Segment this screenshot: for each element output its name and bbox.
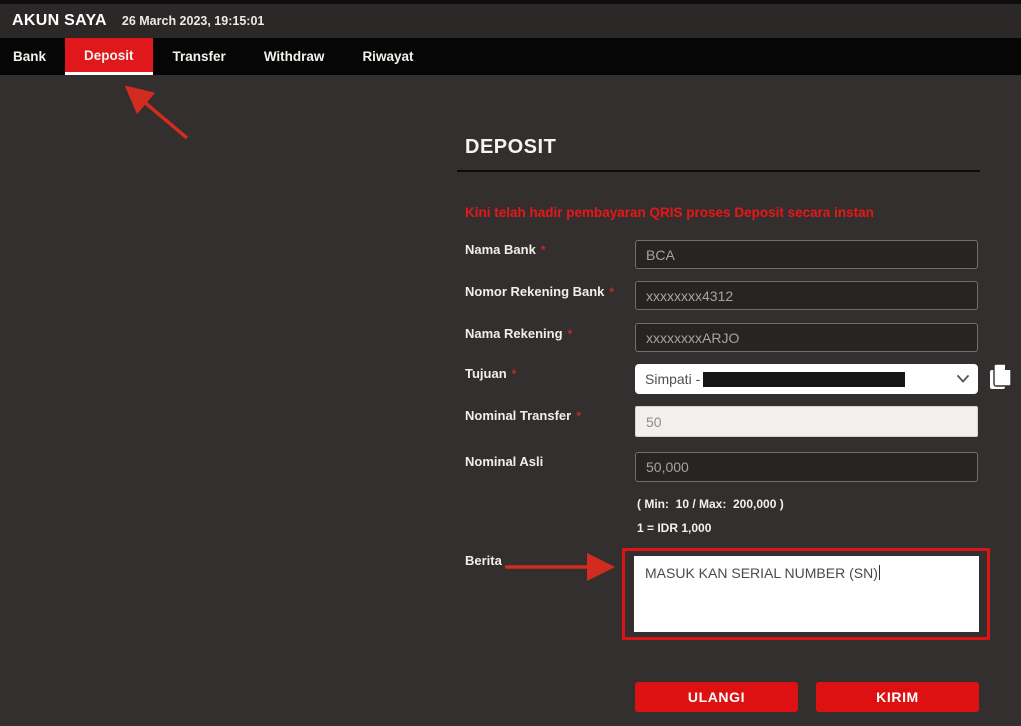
main-nav: Bank Deposit Transfer Withdraw Riwayat xyxy=(0,38,1021,75)
berita-textarea[interactable]: MASUK KAN SERIAL NUMBER (SN) xyxy=(634,556,979,632)
ulangi-button[interactable]: ULANGI xyxy=(635,682,798,712)
tab-withdraw[interactable]: Withdraw xyxy=(246,38,343,75)
nominal-asli-label: Nominal Asli xyxy=(465,454,543,469)
deposit-page: AKUN SAYA 26 March 2023, 19:15:01 Bank D… xyxy=(0,0,1021,726)
tujuan-select[interactable]: Simpati - xyxy=(635,364,978,394)
copy-icon[interactable] xyxy=(987,362,1013,392)
page-title: AKUN SAYA xyxy=(12,12,107,30)
text-cursor xyxy=(879,565,880,580)
arrow-to-deposit-tab xyxy=(130,90,187,138)
qris-notice: Kini telah hadir pembayaran QRIS proses … xyxy=(465,205,874,220)
redaction-bar xyxy=(703,372,905,387)
min-max-hint: ( Min: 10 / Max: 200,000 ) xyxy=(637,497,784,511)
nominal-asli-input[interactable] xyxy=(635,452,978,482)
nama-rekening-label: Nama Rekening* xyxy=(465,326,572,341)
nama-bank-input[interactable] xyxy=(635,240,978,269)
rate-hint: 1 = IDR 1,000 xyxy=(637,521,711,535)
required-asterisk: * xyxy=(568,327,573,341)
required-asterisk: * xyxy=(609,285,614,299)
form-title: DEPOSIT xyxy=(465,136,556,159)
required-asterisk: * xyxy=(576,409,581,423)
kirim-button[interactable]: KIRIM xyxy=(816,682,979,712)
required-asterisk: * xyxy=(541,243,546,257)
nominal-transfer-label: Nominal Transfer* xyxy=(465,408,581,423)
berita-label: Berita xyxy=(465,553,502,568)
header-bar: AKUN SAYA 26 March 2023, 19:15:01 xyxy=(0,4,1021,38)
berita-value: MASUK KAN SERIAL NUMBER (SN) xyxy=(645,565,878,581)
chevron-down-icon xyxy=(957,375,969,383)
nama-rekening-input[interactable] xyxy=(635,323,978,352)
tujuan-label: Tujuan* xyxy=(465,366,516,381)
tab-bank[interactable]: Bank xyxy=(0,38,59,75)
tab-riwayat[interactable]: Riwayat xyxy=(342,38,433,75)
required-asterisk: * xyxy=(512,367,517,381)
current-datetime: 26 March 2023, 19:15:01 xyxy=(122,14,264,28)
nomor-rekening-bank-label: Nomor Rekening Bank* xyxy=(465,284,614,299)
title-divider xyxy=(457,170,980,172)
tujuan-selected-value: Simpati - xyxy=(645,371,700,387)
nomor-rekening-bank-input[interactable] xyxy=(635,281,978,310)
tab-transfer[interactable]: Transfer xyxy=(153,38,246,75)
nominal-transfer-input[interactable] xyxy=(635,406,978,437)
nama-bank-label: Nama Bank* xyxy=(465,242,545,257)
tab-deposit[interactable]: Deposit xyxy=(65,38,153,75)
